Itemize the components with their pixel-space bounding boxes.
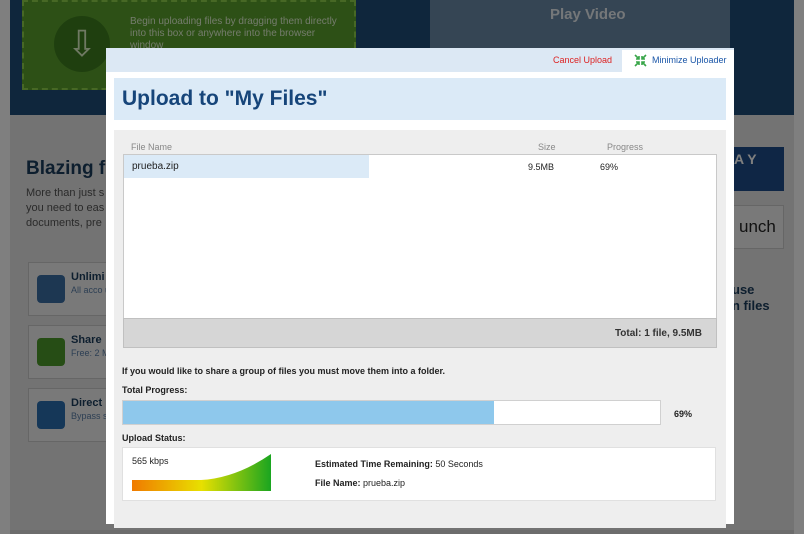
file-progress: 69% <box>600 162 619 172</box>
file-name: prueba.zip <box>132 161 179 172</box>
column-header-progress: Progress <box>607 142 644 152</box>
file-name-value: prueba.zip <box>363 478 406 488</box>
upload-status-box: 565 kbps Estimated Time Remaining: 50 Se… <box>122 447 716 501</box>
total-progress-label: Total Progress: <box>122 385 188 395</box>
column-header-file-name: File Name <box>131 142 173 152</box>
upload-status-label: Upload Status: <box>122 433 186 443</box>
dialog-header: Upload to "My Files" <box>114 78 726 120</box>
upload-speed: 565 kbps <box>132 456 169 466</box>
total-progress-fill <box>123 401 494 424</box>
status-file-name: File Name: prueba.zip <box>315 478 405 488</box>
minimize-uploader-link[interactable]: Minimize Uploader <box>652 55 727 65</box>
dialog-title: Upload to "My Files" <box>122 87 328 110</box>
upload-dialog: Cancel Upload Minimize Uploader Upload t… <box>106 48 734 528</box>
share-note: If you would like to share a group of fi… <box>122 366 446 376</box>
total-summary: Total: 1 file, 9.5MB <box>614 328 702 339</box>
file-name-label: File Name: <box>315 478 361 488</box>
file-row[interactable]: prueba.zip 9.5MB 69% <box>124 155 716 178</box>
total-progress-percent: 69% <box>674 409 693 419</box>
cancel-upload-link[interactable]: Cancel Upload <box>553 55 612 65</box>
eta-value: 50 Seconds <box>435 459 483 469</box>
eta-label: Estimated Time Remaining: <box>315 459 433 469</box>
file-list[interactable]: prueba.zip 9.5MB 69% <box>123 154 717 319</box>
total-progress-bar <box>122 400 661 425</box>
column-header-size: Size <box>538 142 556 152</box>
file-panel: File Name Size Progress prueba.zip 9.5MB… <box>114 130 726 528</box>
minimize-icon[interactable] <box>634 54 647 67</box>
total-bar: Total: 1 file, 9.5MB <box>123 318 717 348</box>
file-size: 9.5MB <box>528 162 555 172</box>
estimated-time-remaining: Estimated Time Remaining: 50 Seconds <box>315 459 483 469</box>
